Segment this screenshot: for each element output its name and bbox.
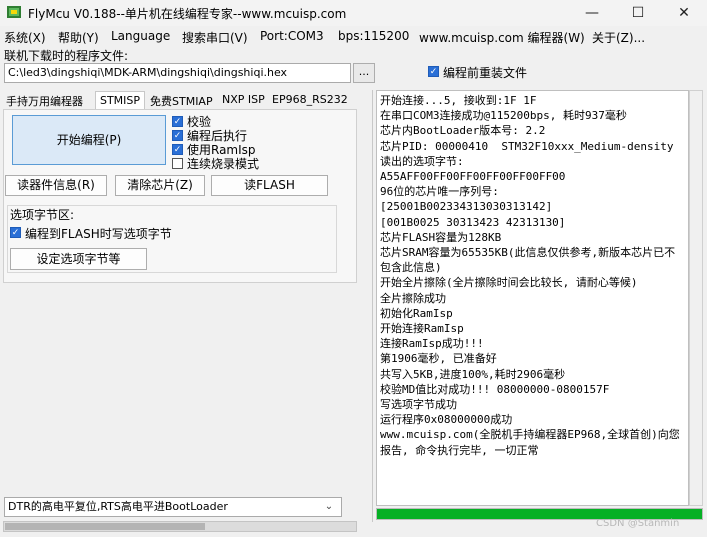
log-line: 运行程序0x08000000成功 <box>380 413 513 427</box>
log-line: 第1906毫秒, 已准备好 <box>380 352 497 366</box>
tab-nxp-isp[interactable]: NXP ISP <box>222 93 265 106</box>
log-line: 芯片PID: 00000410 STM32F10xxx_Medium-densi… <box>380 139 674 153</box>
write-option-bytes-label: 编程到FLASH时写选项字节 <box>25 227 172 241</box>
log-line: 开始连接...5, 接收到:1F 1F <box>380 94 537 107</box>
close-button[interactable]: ✕ <box>661 0 707 26</box>
watermark: CSDN @Stanmin <box>596 518 680 529</box>
browse-button[interactable]: ... <box>353 63 375 83</box>
tab-stmiap[interactable]: 免费STMIAP <box>150 93 213 109</box>
reset-mode-select[interactable]: DTR的高电平复位,RTS高电平进BootLoader <box>4 497 342 517</box>
write-option-bytes-checkbox[interactable]: ✓ <box>10 227 21 238</box>
file-label: 联机下载时的程序文件: <box>4 49 129 63</box>
menu-about[interactable]: 关于(Z)... <box>592 29 645 46</box>
ramisp-checkbox[interactable]: ✓ <box>172 144 183 155</box>
vertical-scrollbar[interactable] <box>689 90 703 506</box>
menu-system[interactable]: 系统(X) <box>4 29 46 46</box>
chevron-down-icon[interactable]: ⌄ <box>322 498 336 516</box>
log-line: 读出的选项字节: <box>380 154 464 168</box>
log-line: 开始全片擦除(全片擦除时间会比较长, 请耐心等候) <box>380 276 638 290</box>
log-line: 在串口COM3连接成功@115200bps, 耗时937毫秒 <box>380 109 627 123</box>
log-line: 全片擦除成功 <box>380 291 446 305</box>
log-line: 写选项字节成功 <box>380 398 457 412</box>
tab-handheld[interactable]: 手持万用编程器 <box>6 93 83 109</box>
log-line: [25001B002334313030313142] <box>380 200 553 214</box>
scrollbar-thumb[interactable] <box>5 523 205 530</box>
log-output[interactable]: 开始连接...5, 接收到:1F 1F 在串口COM3连接成功@115200bps… <box>376 90 689 506</box>
window-title: FlyMcu V0.188--单片机在线编程专家--www.mcuisp.com <box>28 7 347 21</box>
log-line: 96位的芯片唯一序列号: <box>380 185 499 199</box>
run-after-checkbox[interactable]: ✓ <box>172 130 183 141</box>
log-line: 芯片SRAM容量为65535KB(此信息仅供参考,新版本芯片已不包含此信息) <box>380 246 676 275</box>
start-program-button[interactable]: 开始编程(P) <box>12 115 166 165</box>
menu-programmer[interactable]: www.mcuisp.com 编程器(W) <box>419 29 585 46</box>
log-line: 开始连接RamIsp <box>380 322 464 336</box>
menu-port[interactable]: Port:COM3 <box>260 29 324 43</box>
tab-stmisp[interactable]: STMISP <box>95 91 145 110</box>
reload-checkbox[interactable]: ✓ <box>428 66 439 77</box>
panel-splitter[interactable] <box>372 90 373 522</box>
log-line: 共写入5KB,进度100%,耗时2906毫秒 <box>380 367 566 381</box>
set-option-bytes-button[interactable]: 设定选项字节等 <box>10 248 147 270</box>
app-icon <box>6 4 22 20</box>
menu-language[interactable]: Language <box>111 29 170 43</box>
log-line: 校验MD值比对成功!!! 08000000-0800157F <box>380 382 610 396</box>
file-path-input[interactable]: C:\led3\dingshiqi\MDK-ARM\dingshiqi\ding… <box>4 63 351 83</box>
log-line: 初始化RamIsp <box>380 306 453 320</box>
menu-search-port[interactable]: 搜索串口(V) <box>182 29 248 46</box>
log-line: www.mcuisp.com(全脱机手持编程器EP968,全球首创)向您报告, … <box>380 428 680 457</box>
maximize-button[interactable]: ☐ <box>615 0 661 26</box>
erase-chip-button[interactable]: 清除芯片(Z) <box>115 175 205 196</box>
continuous-checkbox[interactable] <box>172 158 183 169</box>
read-flash-button[interactable]: 读FLASH <box>211 175 328 196</box>
menu-help[interactable]: 帮助(Y) <box>58 29 99 46</box>
menu-bps[interactable]: bps:115200 <box>338 29 409 43</box>
tab-ep968[interactable]: EP968_RS232 <box>272 93 348 106</box>
continuous-label: 连续烧录模式 <box>187 157 260 171</box>
log-line: 芯片FLASH容量为128KB <box>380 230 502 244</box>
log-line: 芯片内BootLoader版本号: 2.2 <box>380 124 546 138</box>
reload-label: 编程前重装文件 <box>443 66 528 80</box>
read-info-button[interactable]: 读器件信息(R) <box>5 175 107 196</box>
minimize-button[interactable]: — <box>569 0 615 26</box>
log-line: A55AFF00FF00FF00FF00FF00FF00 <box>380 170 566 184</box>
option-bytes-title: 选项字节区: <box>10 206 77 223</box>
verify-checkbox[interactable]: ✓ <box>172 116 183 127</box>
log-line: [001B0025 30313423 42313130] <box>380 215 566 229</box>
log-line: 连接RamIsp成功!!! <box>380 337 484 351</box>
